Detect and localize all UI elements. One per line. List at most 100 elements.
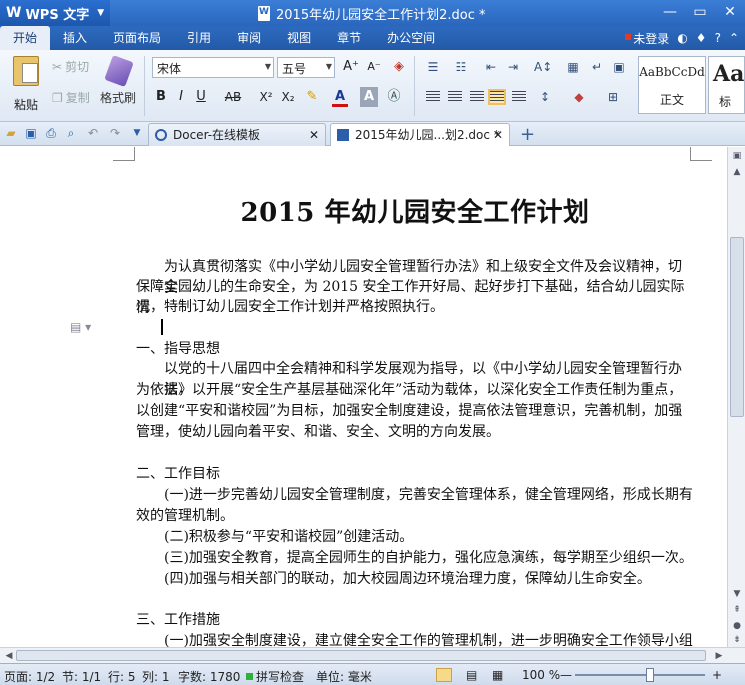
next-page-icon[interactable]: ⇟	[730, 633, 744, 647]
style-normal[interactable]: AaBbCcDd 正文	[638, 56, 706, 114]
status-page[interactable]: 页面: 1/2	[4, 668, 55, 685]
app-menu-button[interactable]: W WPS 文字 ▼	[0, 0, 110, 26]
page-view-icon[interactable]	[436, 668, 452, 682]
align-left-icon[interactable]	[426, 91, 440, 103]
char-border-icon[interactable]: Ⓐ	[384, 87, 404, 107]
vertical-scroll-thumb[interactable]	[730, 237, 744, 417]
format-painter-button[interactable]	[104, 55, 134, 87]
close-button[interactable]: ✕	[715, 0, 745, 26]
login-link[interactable]: 未登录	[625, 30, 669, 47]
word-doc-icon	[258, 6, 270, 21]
scroll-down-icon[interactable]: ▼	[730, 587, 744, 601]
open-folder-icon[interactable]: ▰	[4, 126, 18, 140]
close-tab-icon[interactable]: ✕	[493, 124, 503, 146]
doc-tab-docer[interactable]: Docer-在线模板 ✕	[148, 123, 326, 146]
underline-button[interactable]: U	[194, 87, 208, 107]
copy-button[interactable]: ❐ 复制	[52, 89, 90, 106]
bold-button[interactable]: B	[154, 87, 168, 107]
align-justify-icon[interactable]	[488, 89, 506, 105]
font-color-button[interactable]: A	[332, 87, 348, 107]
clear-format-icon[interactable]: ◈	[390, 57, 408, 77]
strikethrough-button[interactable]: AB	[222, 87, 244, 107]
shirt-icon[interactable]: ♦	[696, 31, 707, 45]
spell-check-toggle[interactable]: 拼写检查	[246, 668, 304, 685]
redo-icon[interactable]: ↷	[108, 126, 122, 140]
bullet-list-icon[interactable]: ☰	[424, 58, 442, 76]
horizontal-scroll-thumb[interactable]	[16, 650, 706, 661]
show-marks-icon[interactable]: ↵	[588, 58, 606, 76]
paragraph: 为依据，以开展“安全生产基层基础深化年”活动为载体，以深化安全工作责任制为重点，	[136, 382, 683, 398]
save-icon[interactable]: ▣	[24, 126, 38, 140]
decrease-indent-icon[interactable]: ⇤	[482, 58, 500, 76]
scroll-left-icon[interactable]: ◀	[2, 649, 16, 663]
zoom-percent[interactable]: 100 %	[522, 668, 560, 682]
window-title-text: 2015年幼儿园安全工作计划2.doc *	[276, 8, 486, 23]
font-family-select[interactable]: 宋体 ▼	[152, 57, 274, 78]
tab-office-space[interactable]: 办公空间	[374, 26, 448, 50]
customize-dropdown-icon[interactable]: ▼	[130, 126, 144, 140]
cut-button[interactable]: ✂ 剪切	[52, 58, 89, 75]
scroll-up-icon[interactable]: ▲	[730, 165, 744, 179]
new-tab-button[interactable]: +	[520, 124, 535, 145]
grow-font-button[interactable]: A⁺	[342, 57, 360, 77]
print-preview-icon[interactable]: ⌕	[64, 126, 78, 140]
help-icon[interactable]: ?	[715, 31, 721, 45]
zoom-in-button[interactable]: +	[712, 668, 722, 682]
undo-icon[interactable]: ↶	[86, 126, 100, 140]
subscript-button[interactable]: X₂	[278, 87, 298, 107]
tab-home[interactable]: 开始	[0, 26, 51, 50]
zoom-out-button[interactable]: —	[560, 668, 572, 682]
skin-icon[interactable]: ◐	[677, 31, 687, 45]
status-word-count[interactable]: 字数: 1780	[178, 668, 240, 685]
tab-review[interactable]: 审阅	[224, 26, 274, 50]
line-spacing-icon[interactable]: ↕	[536, 88, 554, 106]
doc-tab-label: Docer-在线模板	[173, 128, 261, 142]
align-center-icon[interactable]	[448, 91, 462, 103]
align-right-icon[interactable]	[470, 91, 484, 103]
zoom-slider-track[interactable]	[575, 674, 705, 676]
paste-button[interactable]: 粘贴	[6, 56, 46, 116]
style-heading[interactable]: Aa 标	[708, 56, 745, 114]
browse-object-icon[interactable]: ●	[730, 619, 744, 633]
tab-view[interactable]: 视图	[274, 26, 324, 50]
table-icon[interactable]: ▦	[564, 58, 582, 76]
borders-icon[interactable]: ⊞	[604, 88, 622, 106]
vertical-scrollbar[interactable]: ▣ ▲ ▼ ⇞ ● ⇟	[727, 147, 745, 647]
section-heading: 二、工作目标	[136, 466, 220, 482]
close-tab-icon[interactable]: ✕	[309, 124, 319, 146]
distributed-align-icon[interactable]	[512, 91, 526, 103]
paragraph-marker-icon[interactable]: ▤ ▾	[70, 320, 91, 334]
tab-insert[interactable]: 插入	[50, 26, 100, 50]
italic-button[interactable]: I	[174, 87, 188, 107]
web-view-icon[interactable]: ▦	[492, 668, 503, 682]
font-size-select[interactable]: 五号 ▼	[277, 57, 335, 78]
doc-tab-current[interactable]: 2015年幼儿园...划2.doc * ✕	[330, 123, 510, 146]
tab-references[interactable]: 引用	[174, 26, 224, 50]
char-shading-button[interactable]: A	[360, 87, 378, 107]
scroll-tools-icon[interactable]: ▣	[730, 149, 744, 163]
paragraph: 况，特制订幼儿园安全工作计划并严格按照执行。	[136, 299, 444, 315]
highlight-icon[interactable]: ✎	[304, 87, 320, 107]
restore-button[interactable]: ▭	[685, 0, 715, 26]
style-sample: AaBbCcDd	[639, 65, 705, 79]
outline-view-icon[interactable]: ▤	[466, 668, 477, 682]
zoom-slider-thumb[interactable]	[646, 668, 654, 682]
collapse-ribbon-icon[interactable]: ⌃	[729, 31, 739, 45]
shrink-font-button[interactable]: A⁻	[365, 57, 383, 77]
prev-page-icon[interactable]: ⇞	[730, 603, 744, 617]
increase-indent-icon[interactable]: ⇥	[504, 58, 522, 76]
shading-icon[interactable]: ◆	[570, 88, 588, 106]
document-canvas[interactable]: ▤ ▾ 2015 年幼儿园安全工作计划 为认真贯彻落实《中小学幼儿园安全管理暂行…	[0, 147, 727, 647]
scroll-right-icon[interactable]: ▶	[712, 649, 726, 663]
minimize-button[interactable]: —	[655, 0, 685, 26]
paragraph: (二)积极参与“平安和谐校园”创建活动。	[164, 529, 414, 545]
text-direction-icon[interactable]: A↕	[534, 58, 552, 76]
numbered-list-icon[interactable]: ☷	[452, 58, 470, 76]
superscript-button[interactable]: X²	[256, 87, 276, 107]
tab-chapter[interactable]: 章节	[324, 26, 374, 50]
border-icon[interactable]: ▣	[610, 58, 628, 76]
status-unit[interactable]: 单位: 毫米	[316, 668, 372, 685]
tab-page-layout[interactable]: 页面布局	[100, 26, 174, 50]
print-icon[interactable]: ⎙	[44, 126, 58, 140]
horizontal-scrollbar[interactable]: ◀ ▶	[0, 647, 745, 663]
